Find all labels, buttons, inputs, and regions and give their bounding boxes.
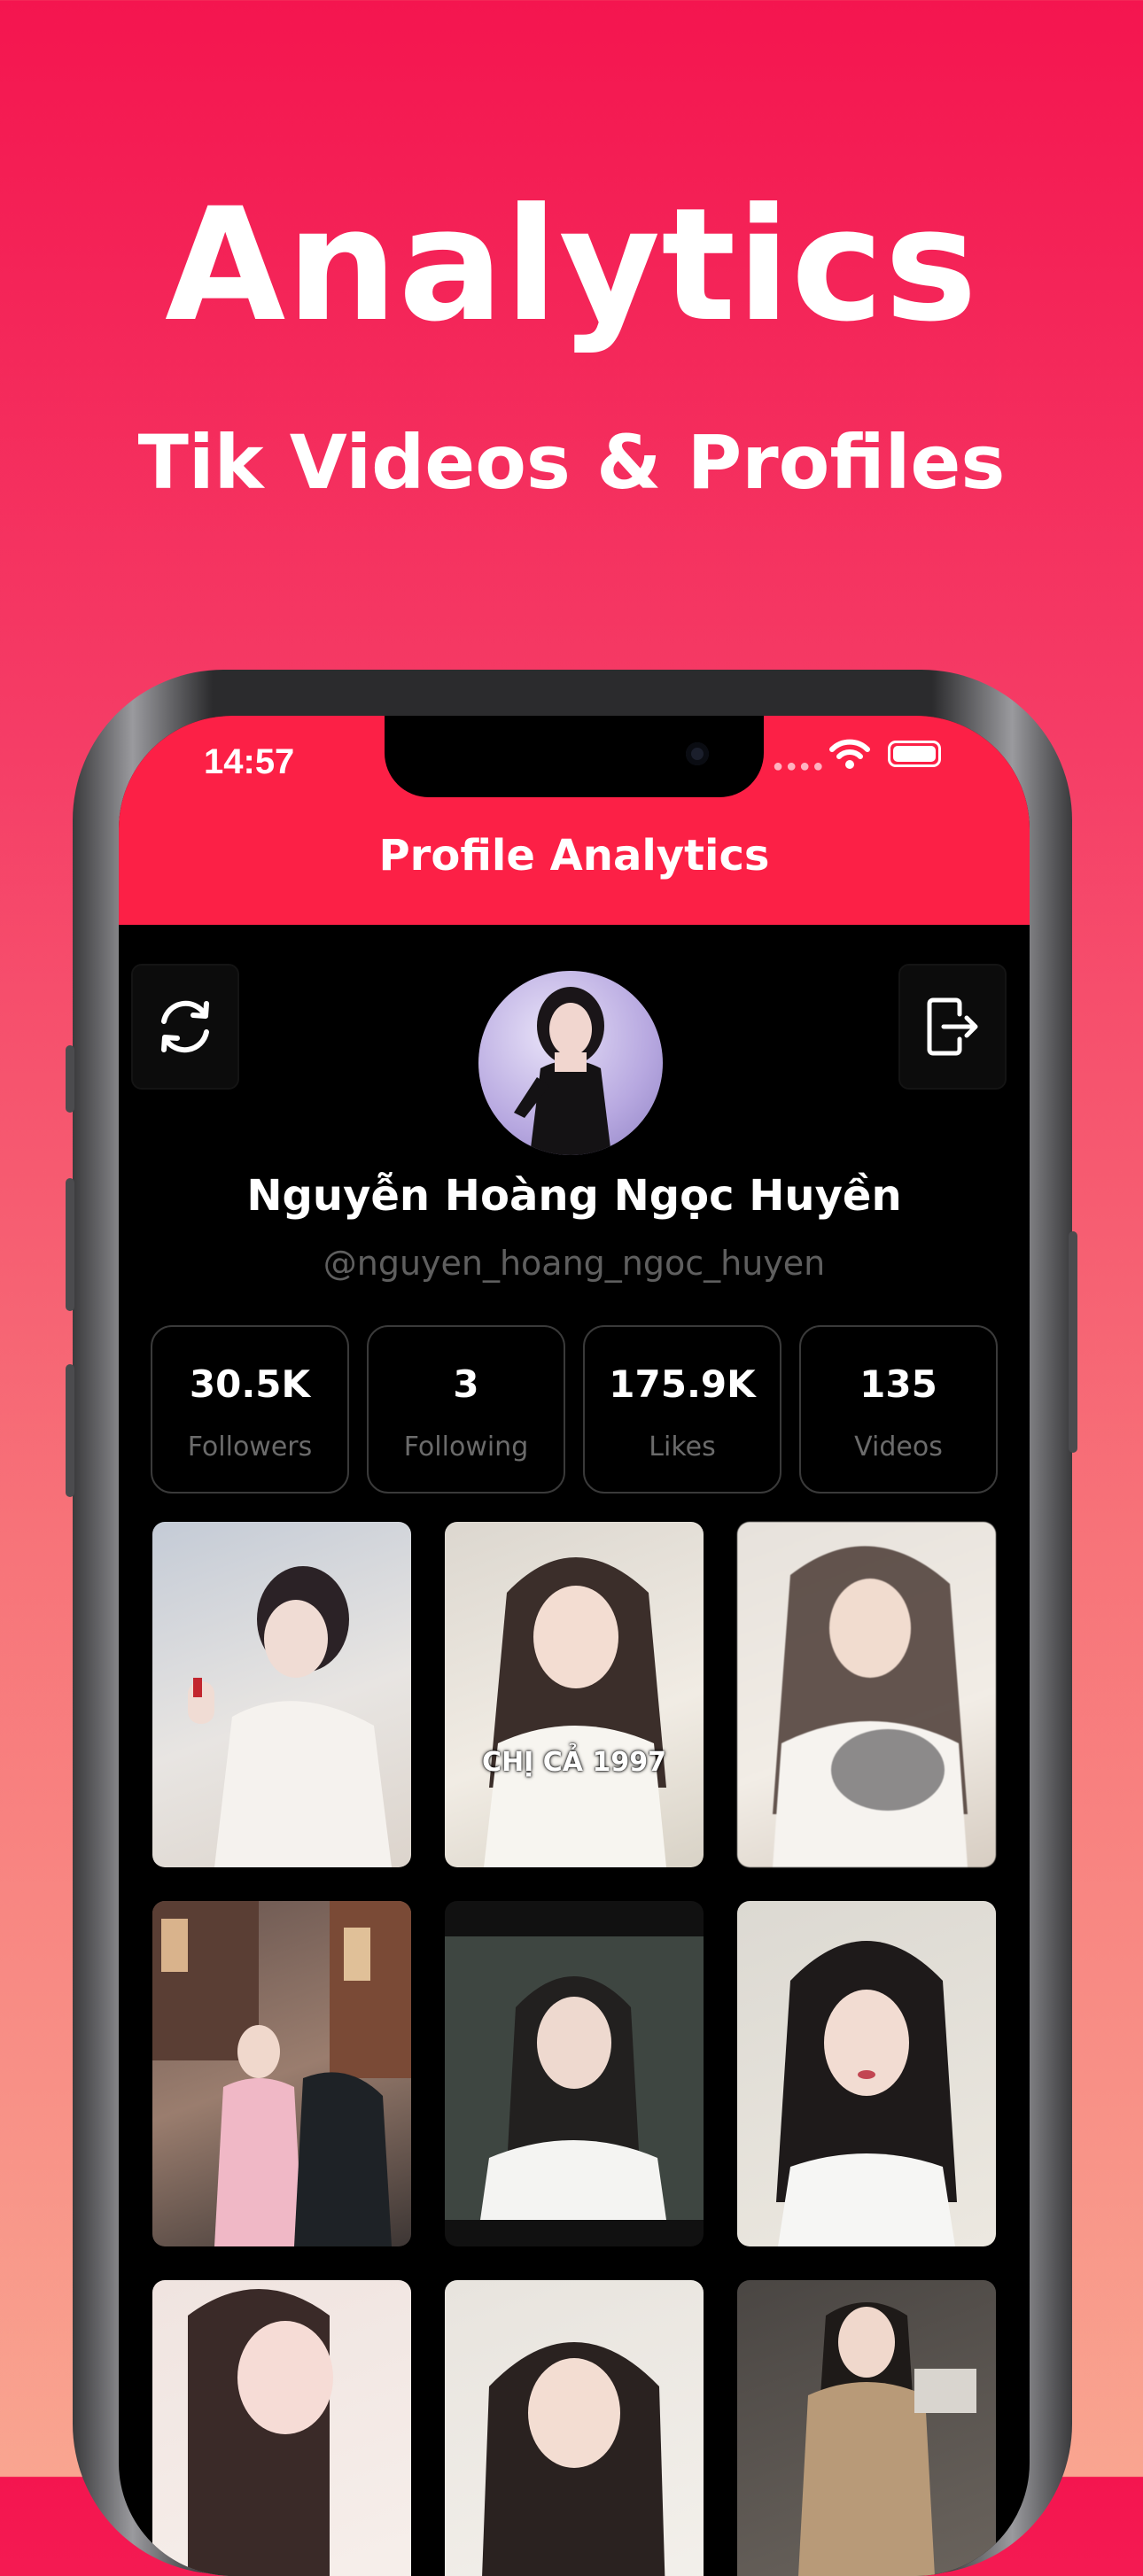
headline-title: Analytics [165, 175, 978, 356]
wifi-icon [829, 739, 870, 769]
video-thumbnail[interactable] [152, 1901, 411, 2246]
phone-volume-down-button [66, 1364, 74, 1497]
video-thumbnail[interactable] [737, 2280, 996, 2576]
profile-handle: @nguyen_hoang_ngoc_huyen [323, 1244, 826, 1283]
video-caption: CHỊ CẢ 1997 [482, 1747, 666, 1778]
refresh-icon [161, 1000, 209, 1053]
avatar [478, 971, 663, 1155]
stat-value: 135 [859, 1362, 937, 1406]
stat-followers: 30.5K Followers [151, 1325, 349, 1494]
status-time: 14:57 [204, 742, 295, 781]
stat-likes: 175.9K Likes [583, 1325, 781, 1494]
phone-volume-up-button [66, 1178, 74, 1311]
video-thumbnail[interactable] [445, 1901, 704, 2246]
stat-value: 175.9K [609, 1362, 756, 1406]
video-thumbnail[interactable]: CHỊ CẢ 1997 [445, 1522, 704, 1867]
headline-subtitle: Tik Videos & Profiles [137, 419, 1006, 506]
battery-icon [888, 741, 941, 767]
cellular-signal-icon: ●●●● [773, 757, 827, 776]
stat-value: 30.5K [189, 1362, 311, 1406]
stat-following: 3 Following [367, 1325, 565, 1494]
stat-value: 3 [453, 1362, 479, 1406]
video-thumbnail[interactable] [445, 2280, 704, 2576]
stat-label: Followers [187, 1432, 313, 1463]
video-thumbnail[interactable] [737, 1522, 996, 1867]
phone-power-button [1069, 1231, 1077, 1453]
logout-button[interactable] [898, 964, 1007, 1090]
profile-name: Nguyễn Hoàng Ngọc Huyền [246, 1171, 902, 1221]
stat-label: Following [403, 1432, 529, 1463]
stat-label: Likes [649, 1432, 716, 1463]
stat-label: Videos [854, 1432, 943, 1463]
phone-screen: 14:57 ●●●● Profile Analytics Nguyễn Hoàn… [119, 716, 1030, 2576]
stat-videos: 135 Videos [799, 1325, 998, 1494]
phone-mute-switch [66, 1045, 74, 1113]
app-title: Profile Analytics [378, 831, 770, 881]
app-header: 14:57 ●●●● Profile Analytics [119, 716, 1030, 925]
video-thumbnail[interactable] [737, 1901, 996, 2246]
video-thumbnail[interactable] [152, 1522, 411, 1867]
refresh-button[interactable] [131, 964, 239, 1090]
dynamic-notch [385, 716, 764, 797]
logout-icon [927, 997, 978, 1056]
front-camera [686, 742, 709, 765]
video-thumbnail[interactable] [152, 2280, 411, 2576]
